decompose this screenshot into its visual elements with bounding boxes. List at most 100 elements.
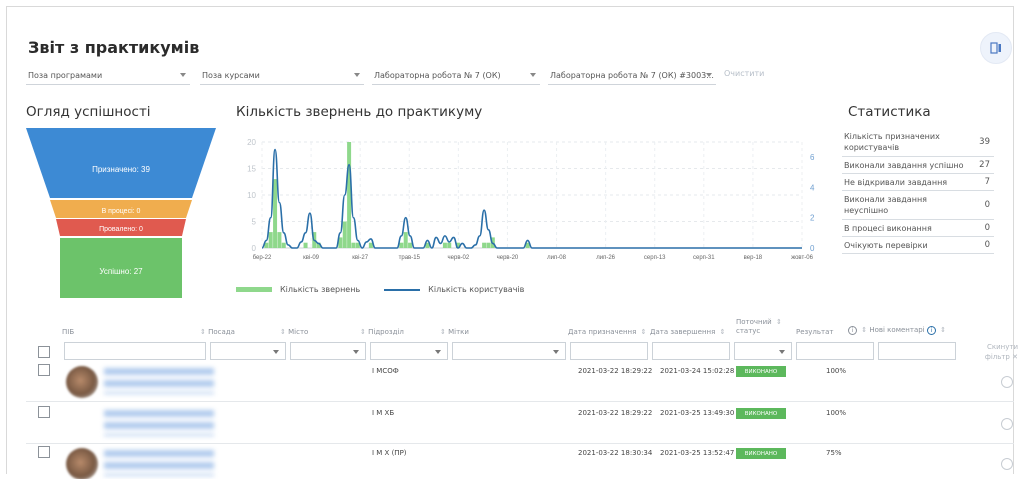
clear-filters-link[interactable]: Очистити — [724, 69, 764, 78]
assigned-date-filter[interactable] — [570, 342, 648, 360]
sort-icon: ⇕ — [719, 328, 726, 336]
chart-legend: Кількість звернень Кількість користувачі… — [236, 285, 524, 294]
y-left-tick-label: 0 — [252, 244, 257, 253]
col-completed-label: Дата завершення — [650, 328, 716, 336]
comment-icon[interactable] — [1001, 376, 1013, 388]
col-city-label: Місто — [288, 328, 309, 336]
chart-bar — [447, 242, 452, 248]
chart-bar — [281, 242, 286, 248]
stat-value: 7 — [984, 177, 990, 187]
status-filter-select[interactable] — [734, 342, 792, 360]
stat-row: Виконали завдання успішно 27 — [842, 157, 994, 174]
col-position-label: Посада — [208, 328, 235, 336]
chart-bar — [486, 242, 491, 248]
stat-label: Кількість призначених користувачів — [844, 132, 940, 152]
info-icon: i — [926, 326, 936, 335]
program-filter[interactable]: Поза програмами — [26, 67, 190, 85]
row-department: I МСОФ — [372, 367, 399, 375]
row-department: I М Х (ПР) — [372, 449, 407, 457]
overview-title: Огляд успішності — [26, 104, 151, 120]
page-title: Звіт з практикумів — [28, 38, 200, 57]
col-tags-label: Мітки — [448, 328, 469, 336]
chevron-down-icon — [706, 73, 712, 77]
export-icon — [990, 42, 1001, 54]
funnel-assigned-label: Призначено: 39 — [92, 165, 150, 174]
row-department: I М ХБ — [372, 409, 395, 417]
lab-filter[interactable]: Лабораторна робота № 7 (ОК) — [372, 67, 540, 85]
col-assigned[interactable]: Дата призначення ⇕ — [568, 328, 646, 336]
table-row[interactable]: I МСОФ 2021-03-22 18:29:22 2021-03-24 15… — [26, 362, 1014, 402]
avatar — [66, 408, 98, 440]
col-position[interactable]: ⇕ Посада — [198, 328, 235, 336]
sort-icon: ⇕ — [640, 328, 647, 336]
y-right-tick-label: 0 — [810, 244, 815, 253]
col-pib-label: ПІБ — [62, 328, 75, 336]
x-tick-label: трав-15 — [399, 255, 421, 261]
x-tick-label: вер-18 — [744, 255, 763, 261]
select-all-checkbox[interactable] — [38, 346, 50, 358]
success-funnel: Призначено: 39 В процесі: 0 Провалено: 0… — [26, 128, 216, 302]
comment-icon[interactable] — [1001, 418, 1013, 430]
legend-bar-swatch — [236, 287, 272, 292]
user-name-link[interactable] — [104, 368, 214, 394]
row-assigned: 2021-03-22 18:29:22 — [578, 409, 653, 417]
lab-filter-value: Лабораторна робота № 7 (ОК) — [374, 71, 501, 80]
col-result-label: Результат — [796, 328, 834, 336]
course-filter-value: Поза курсами — [202, 71, 260, 80]
city-filter-select[interactable] — [290, 342, 366, 360]
col-new-comments[interactable]: i ⇕ Нові коментарі i ⇕ — [848, 326, 946, 335]
completed-date-filter[interactable] — [652, 342, 730, 360]
col-completed[interactable]: Дата завершення ⇕ — [650, 328, 725, 336]
requests-chart: 0 5 10 15 20 0 2 4 6 бер-22 кві-09 кві-27 трав-15 чер… — [232, 130, 832, 274]
y-right-tick-label: 2 — [810, 214, 815, 223]
x-tick-label: лип-26 — [596, 255, 615, 261]
comment-icon[interactable] — [1001, 458, 1013, 470]
statistics-list: Кількість призначених користувачів 39 Вик… — [842, 128, 994, 254]
stat-label: Очікують перевірки — [844, 240, 928, 250]
row-assigned: 2021-03-22 18:29:22 — [578, 367, 653, 375]
reset-filter-button[interactable]: Скинути фільтр ✕ — [984, 342, 1018, 362]
result-filter-input[interactable] — [796, 342, 874, 360]
stat-label: Не відкривали завдання — [844, 177, 948, 187]
x-tick-label: черв-20 — [497, 255, 519, 261]
position-filter-select[interactable] — [210, 342, 286, 360]
lab-instance-filter[interactable]: Лабораторна робота № 7 (ОК) #3003... — [548, 67, 716, 85]
row-completed: 2021-03-25 13:52:47 — [660, 449, 735, 457]
reset-filter-label-2: фільтр — [984, 353, 1010, 361]
table-row[interactable]: I М ХБ 2021-03-22 18:29:22 2021-03-25 13… — [26, 404, 1014, 444]
table-row[interactable]: I М Х (ПР) 2021-03-22 18:30:34 2021-03-2… — [26, 444, 1014, 479]
lab-instance-filter-value: Лабораторна робота № 7 (ОК) #3003... — [550, 71, 714, 80]
col-result[interactable]: Результат — [796, 328, 833, 336]
comments-filter-input[interactable] — [878, 342, 956, 360]
row-assigned: 2021-03-22 18:30:34 — [578, 449, 653, 457]
course-filter[interactable]: Поза курсами — [200, 67, 364, 85]
row-checkbox[interactable] — [38, 364, 50, 376]
user-name-link[interactable] — [104, 450, 214, 476]
sort-icon: ⇕ — [775, 318, 782, 326]
col-pib[interactable]: ПІБ — [62, 328, 74, 336]
reset-filter-label-1: Скинути — [986, 343, 1018, 351]
col-city[interactable]: ⇕ Місто — [278, 328, 308, 336]
sort-icon: ⇕ — [280, 328, 286, 336]
row-completed: 2021-03-24 15:02:28 — [660, 367, 735, 375]
row-checkbox[interactable] — [38, 446, 50, 458]
col-department[interactable]: ⇕ Підрозділ — [358, 328, 404, 336]
chevron-down-icon — [553, 350, 559, 354]
stat-value: 0 — [984, 223, 990, 233]
row-checkbox[interactable] — [38, 406, 50, 418]
chart-bar — [277, 232, 282, 248]
col-status[interactable]: Поточний ⇕ статус — [736, 318, 782, 336]
legend-users-label: Кількість користувачів — [428, 285, 525, 294]
info-icon: i — [848, 326, 857, 335]
chart-bar — [408, 242, 413, 248]
export-button[interactable] — [980, 32, 1012, 64]
chart-svg: 0 5 10 15 20 0 2 4 6 бер-22 кві-09 кві-27 трав-15 чер… — [247, 138, 815, 261]
pib-filter-input[interactable] — [64, 342, 206, 360]
tags-filter-select[interactable] — [452, 342, 566, 360]
col-tags[interactable]: ⇕ Мітки — [438, 328, 469, 336]
program-filter-value: Поза програмами — [28, 71, 103, 80]
user-name-link[interactable] — [104, 410, 214, 436]
row-result: 100% — [826, 367, 847, 375]
chevron-down-icon — [779, 350, 785, 354]
department-filter-select[interactable] — [370, 342, 448, 360]
